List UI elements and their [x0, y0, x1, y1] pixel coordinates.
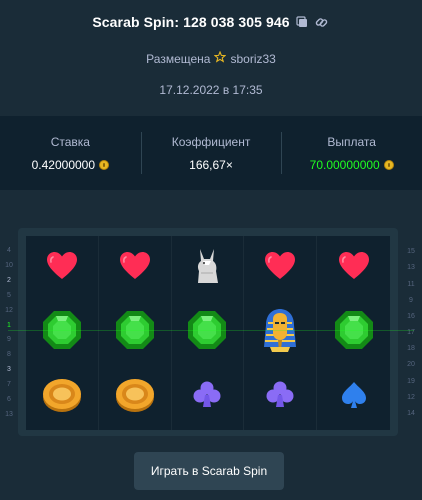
payline-number: 10 — [5, 261, 13, 269]
payline-number: 9 — [409, 296, 413, 304]
pharaoh-symbol-icon — [262, 307, 298, 358]
title-row: Scarab Spin: 128 038 305 946 — [0, 14, 422, 30]
reels-grid — [26, 236, 390, 430]
left-line-numbers: 4 10 2 5 12 1 9 8 3 7 6 13 — [2, 236, 16, 430]
link-icon[interactable] — [314, 14, 330, 30]
reel-cell — [172, 300, 245, 366]
reel-cell — [26, 236, 99, 301]
reel-cell — [244, 236, 318, 301]
bet-stats-panel: Ставка 0.42000000 Коэффициент 166,67× Вы… — [0, 116, 422, 190]
payline-number: 20 — [407, 361, 415, 369]
emerald-symbol-icon — [186, 309, 228, 356]
reel-cell — [317, 301, 390, 366]
emerald-symbol-icon — [114, 309, 156, 356]
star-icon — [214, 50, 227, 66]
reel-cell — [99, 300, 172, 366]
winning-payline — [8, 330, 414, 331]
placed-by-row: Размещена sboriz33 — [0, 50, 422, 66]
placed-label: Размещена — [146, 51, 211, 66]
payline-number: 12 — [5, 306, 13, 314]
spade-symbol-icon — [339, 380, 369, 415]
payout-label: Выплата — [327, 134, 376, 149]
right-line-numbers: 15 13 11 9 16 17 18 20 19 12 14 — [404, 236, 418, 430]
payline-number: 15 — [407, 248, 415, 256]
stat-multiplier: Коэффициент 166,67× — [140, 116, 282, 190]
bet-value-row: 0.42000000 — [31, 157, 110, 172]
payline-number: 2 — [7, 276, 11, 284]
multiplier-label: Коэффициент — [171, 134, 251, 149]
bet-date: 17.12.2022 в 17:35 — [159, 83, 263, 97]
payline-number: 16 — [407, 312, 415, 320]
currency-coin-icon — [99, 159, 110, 170]
payout-value-row: 70.00000000 — [310, 158, 394, 172]
payout-value: 70.00000000 — [309, 157, 380, 172]
reel-cell — [172, 236, 245, 301]
bet-value: 0.42000000 — [31, 157, 96, 172]
reel-cell — [244, 300, 318, 366]
heart-symbol-icon — [338, 251, 370, 286]
payline-number: 12 — [407, 393, 415, 401]
payline-number: 18 — [407, 345, 415, 353]
club-symbol-icon — [265, 380, 295, 415]
reel-cell — [172, 365, 245, 430]
reel-cell — [244, 365, 318, 430]
payline-number: 14 — [407, 409, 415, 417]
stat-payout: Выплата 70.00000000 — [281, 116, 422, 190]
payline-number: 13 — [5, 411, 13, 419]
coin-symbol-icon — [114, 375, 156, 420]
payline-number: 8 — [7, 351, 11, 359]
payline-number: 13 — [407, 264, 415, 272]
reel-cell — [317, 365, 390, 430]
reel-cell — [317, 236, 390, 301]
stat-bet: Ставка 0.42000000 — [0, 116, 141, 190]
reel-cell — [26, 300, 99, 366]
heart-symbol-icon — [46, 251, 78, 286]
coin-symbol-icon — [41, 375, 83, 420]
emerald-symbol-icon — [41, 309, 83, 356]
club-symbol-icon — [192, 380, 222, 415]
anubis-symbol-icon — [194, 247, 220, 290]
payline-number: 19 — [407, 377, 415, 385]
payline-number: 11 — [407, 280, 415, 288]
payline-number: 1 — [7, 321, 11, 329]
currency-coin-icon — [383, 159, 394, 170]
emerald-symbol-icon — [333, 309, 375, 356]
bet-title: Scarab Spin: 128 038 305 946 — [92, 14, 290, 30]
multiplier-value: 166,67× — [189, 157, 233, 172]
reel-cell — [99, 365, 172, 430]
payline-number: 3 — [7, 366, 11, 374]
payline-number: 6 — [7, 396, 11, 404]
bet-label: Ставка — [50, 134, 90, 149]
payline-number: 7 — [7, 381, 11, 389]
reel-cell — [99, 236, 172, 301]
payline-number: 5 — [7, 291, 11, 299]
play-game-button[interactable]: Играть в Scarab Spin — [134, 452, 284, 490]
payline-number: 9 — [7, 336, 11, 344]
heart-symbol-icon — [264, 251, 296, 286]
username-link[interactable]: sboriz33 — [230, 52, 275, 66]
reel-cell — [26, 365, 99, 430]
copy-icon[interactable] — [294, 14, 310, 30]
payline-number: 4 — [7, 246, 11, 254]
heart-symbol-icon — [119, 251, 151, 286]
bet-header: Scarab Spin: 128 038 305 946 Размещена s… — [0, 14, 422, 97]
